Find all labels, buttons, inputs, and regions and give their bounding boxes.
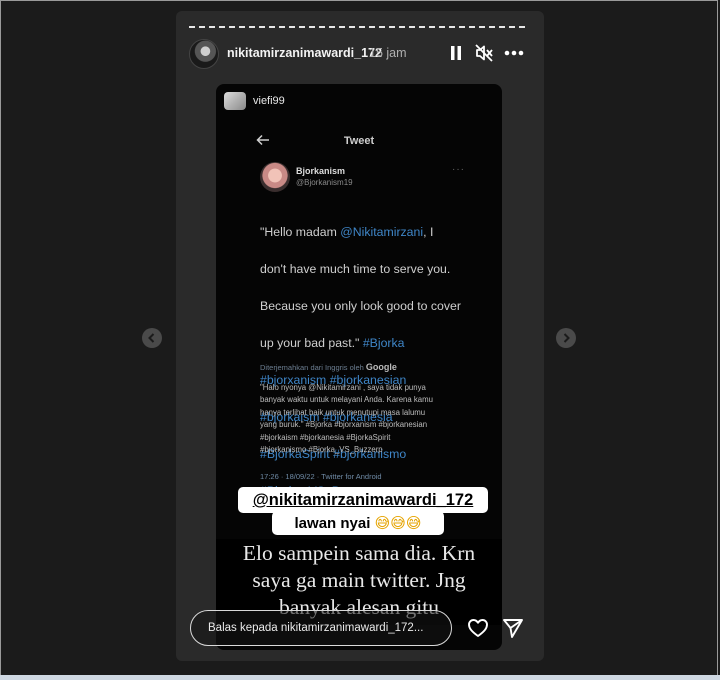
pause-icon — [451, 46, 461, 60]
caption-text: Elo sampein sama dia. Krn saya ga main t… — [242, 541, 476, 619]
story-content: viefi99 Tweet Bjorkanism @Bjorkanism19 ·… — [216, 84, 502, 650]
tweet-author-handle: @Bjorkanism19 — [296, 178, 353, 187]
taskbar-strip — [0, 675, 720, 680]
text-sticker: lawan nyai 😅😅😅 — [272, 511, 444, 535]
tweet-line: don't have much time to serve you. — [260, 261, 451, 276]
mention-sticker[interactable]: @nikitamirzanimawardi_172 — [238, 487, 488, 513]
reply-input[interactable]: Balas kepada nikitamirzanimawardi_172... — [190, 610, 452, 646]
tweet-header-title: Tweet — [343, 135, 375, 147]
story-header: nikitamirzanimawardi_172 15 jam — [189, 39, 531, 69]
story-progress-bar — [189, 26, 529, 28]
pause-button[interactable] — [445, 42, 467, 64]
tweet-meta: 17:26 · 18/09/22 · Twitter for Android — [260, 472, 382, 481]
more-options-button[interactable] — [501, 42, 527, 64]
repost-avatar — [224, 92, 246, 110]
story-username[interactable]: nikitamirzanimawardi_172 — [227, 46, 382, 60]
story-viewer[interactable]: nikitamirzanimawardi_172 15 jam viefi99 … — [176, 11, 544, 661]
repost-username: viefi99 — [253, 95, 285, 107]
tweet-line: up your bad past." #Bjorka — [260, 335, 405, 350]
tweet-author-name: Bjorkanism — [296, 166, 346, 176]
speaker-muted-icon — [475, 44, 493, 62]
mute-button[interactable] — [473, 42, 495, 64]
send-icon[interactable] — [501, 616, 525, 640]
tweet-more-icon: ··· — [452, 164, 465, 175]
next-story-button[interactable] — [556, 328, 576, 348]
chevron-left-icon — [148, 333, 155, 343]
reply-placeholder: Balas kepada nikitamirzanimawardi_172... — [208, 622, 424, 634]
more-horizontal-icon — [504, 50, 524, 56]
previous-story-button[interactable] — [142, 328, 162, 348]
tweet-line: "Hello madam @Nikitamirzani, I — [260, 224, 434, 239]
heart-icon[interactable] — [466, 616, 490, 640]
tweet-author-avatar — [260, 162, 290, 192]
avatar[interactable] — [189, 39, 219, 69]
tweet-line: Because you only look good to cover — [260, 298, 461, 313]
translation-label: Diterjemahkan dari Inggris oleh Google — [260, 362, 397, 372]
chevron-right-icon — [563, 333, 570, 343]
google-logo: Google — [365, 362, 397, 372]
tweet-translated-text: "Halo nyonya @Nikitamirzani , saya tidak… — [260, 383, 433, 455]
story-time: 15 jam — [369, 46, 407, 60]
